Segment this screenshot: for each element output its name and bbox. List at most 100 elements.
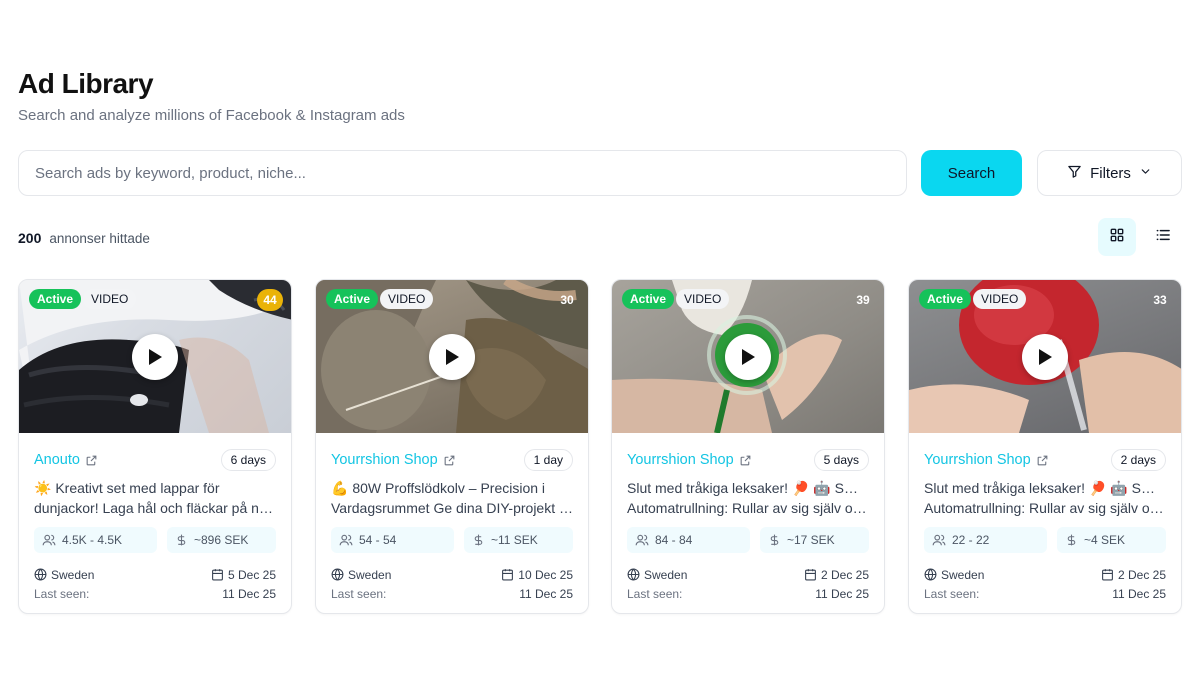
globe-icon <box>34 568 47 581</box>
age-badge: 1 day <box>523 449 573 471</box>
last-seen-date: 11 Dec 25 <box>519 586 573 601</box>
calendar-icon <box>805 569 816 581</box>
ad-thumbnail[interactable]: Active VIDEO 30 <box>316 280 588 433</box>
media-type-badge: VIDEO <box>380 289 434 309</box>
globe-icon <box>331 568 344 581</box>
desc-line: Vardagsrummet Ge dina DIY-projekt oc... <box>331 500 573 516</box>
count-badge: 30 <box>560 293 574 307</box>
shop-name: Anouto <box>34 452 80 468</box>
start-date: 10 Dec 25 <box>501 568 573 582</box>
spend-stat: ~4 SEK <box>1056 527 1166 553</box>
list-view-button[interactable] <box>1144 218 1182 256</box>
last-seen-date: 11 Dec 25 <box>222 586 276 601</box>
users-icon <box>42 534 56 546</box>
dollar-icon <box>770 534 779 546</box>
last-seen-date: 11 Dec 25 <box>815 586 869 601</box>
spend-value: ~11 SEK <box>490 533 538 547</box>
shop-name: Yourrshion Shop <box>924 452 1031 468</box>
reach-stat: 4.5K - 4.5K <box>34 527 157 553</box>
search-box <box>18 150 907 196</box>
spend-value: ~896 SEK <box>193 533 249 547</box>
shop-link[interactable]: Yourrshion Shop <box>924 452 1049 468</box>
play-icon <box>446 348 459 365</box>
globe-icon <box>627 568 640 581</box>
spend-stat: ~17 SEK <box>759 527 869 553</box>
ad-thumbnail[interactable]: Active VIDEO 44 <box>19 280 291 433</box>
age-badge: 5 days <box>813 449 869 471</box>
play-button[interactable] <box>132 333 178 380</box>
country: Sweden <box>331 568 391 582</box>
last-seen-label: Last seen: <box>34 586 90 601</box>
count-badge: 44 <box>257 289 283 311</box>
play-button[interactable] <box>725 333 771 380</box>
external-link-icon <box>444 455 455 465</box>
desc-line: 💪 80W Proffslödkolv – Precision i <box>331 480 546 496</box>
search-button[interactable]: Search <box>921 150 1022 196</box>
shop-link[interactable]: Anouto <box>34 452 98 468</box>
reach-stat: 84 - 84 <box>627 527 750 553</box>
media-type-badge: VIDEO <box>973 289 1027 309</box>
shop-link[interactable]: Yourrshion Shop <box>627 452 752 468</box>
status-badge: Active <box>622 289 675 309</box>
list-icon <box>1156 228 1170 247</box>
filters-button[interactable]: Filters <box>1037 150 1182 196</box>
spend-stat: ~11 SEK <box>463 527 573 553</box>
calendar-icon <box>1102 569 1113 581</box>
age-badge: 6 days <box>220 449 276 471</box>
dollar-icon <box>474 534 483 546</box>
globe-icon <box>924 568 937 581</box>
shop-name: Yourrshion Shop <box>627 452 734 468</box>
ad-card[interactable]: Active VIDEO 30 Yourrshion Shop 1 day 💪 … <box>315 279 589 614</box>
external-link-icon <box>86 455 97 465</box>
reach-value: 84 - 84 <box>655 533 693 547</box>
start-date: 2 Dec 25 <box>804 568 869 582</box>
spend-value: ~4 SEK <box>1083 533 1126 547</box>
age-badge: 2 days <box>1110 449 1166 471</box>
results-summary: 200 annonser hittade <box>18 230 150 246</box>
ad-description: Slut med tråkiga leksaker! 🏓 🤖 Smart Aut… <box>924 478 1166 518</box>
status-badge: Active <box>326 289 379 309</box>
last-seen-label: Last seen: <box>331 586 387 601</box>
page-subtitle: Search and analyze millions of Facebook … <box>18 107 405 124</box>
count-badge: 33 <box>1153 293 1167 307</box>
shop-link[interactable]: Yourrshion Shop <box>331 452 456 468</box>
count-badge: 39 <box>856 293 870 307</box>
users-icon <box>635 534 649 546</box>
last-seen-label: Last seen: <box>924 586 980 601</box>
results-label: annonser hittade <box>49 231 150 246</box>
external-link-icon <box>1037 455 1048 465</box>
play-icon <box>742 348 755 365</box>
desc-line: Slut med tråkiga leksaker! 🏓 🤖 Smart <box>627 480 869 496</box>
media-type-badge: VIDEO <box>676 289 730 309</box>
filters-label: Filters <box>1090 164 1131 182</box>
chevron-down-icon <box>1139 165 1152 182</box>
ad-thumbnail[interactable]: Active VIDEO 39 <box>612 280 884 433</box>
search-input[interactable] <box>19 151 906 195</box>
reach-value: 54 - 54 <box>359 533 397 547</box>
ad-card[interactable]: Active VIDEO 39 Yourrshion Shop 5 days S… <box>611 279 885 614</box>
play-icon <box>1039 348 1052 365</box>
ad-card[interactable]: Active VIDEO 44 Anouto 6 days ☀️ Kreativ… <box>18 279 292 614</box>
ad-thumbnail[interactable]: Active VIDEO 33 <box>909 280 1181 433</box>
ad-description: 💪 80W Proffslödkolv – Precision i Vardag… <box>331 478 573 518</box>
play-button[interactable] <box>1022 333 1068 380</box>
last-seen-label: Last seen: <box>627 586 683 601</box>
reach-stat: 54 - 54 <box>331 527 454 553</box>
spend-value: ~17 SEK <box>786 533 835 547</box>
desc-line: Slut med tråkiga leksaker! 🏓 🤖 Smart <box>924 480 1166 496</box>
calendar-icon <box>502 569 514 581</box>
play-icon <box>149 348 162 365</box>
grid-icon <box>1110 228 1124 247</box>
reach-value: 22 - 22 <box>952 533 990 547</box>
filter-icon <box>1067 164 1082 183</box>
spend-stat: ~896 SEK <box>166 527 276 553</box>
calendar-icon <box>212 569 223 581</box>
desc-line: Automatrullning: Rullar av sig själv och… <box>924 500 1166 516</box>
status-badge: Active <box>29 289 82 309</box>
external-link-icon <box>740 455 751 465</box>
grid-view-button[interactable] <box>1098 218 1136 256</box>
ad-card[interactable]: Active VIDEO 33 Yourrshion Shop 2 days S… <box>908 279 1182 614</box>
country: Sweden <box>924 568 984 582</box>
media-type-badge: VIDEO <box>83 289 137 309</box>
play-button[interactable] <box>429 333 475 380</box>
